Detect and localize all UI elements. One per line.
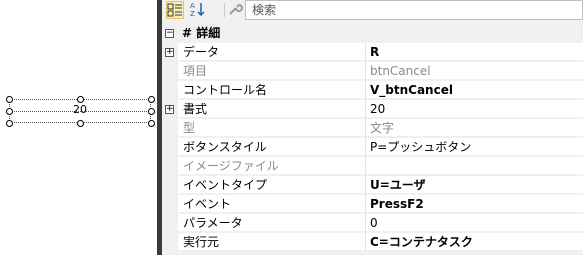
categorized-view-button[interactable] xyxy=(166,1,184,19)
property-row[interactable]: コントロール名 V_btnCancel xyxy=(162,81,583,100)
category-header[interactable]: − # 詳細 xyxy=(162,24,583,43)
row-gutter xyxy=(162,138,178,157)
property-name: 書式 xyxy=(178,100,366,118)
resize-handle-top-left[interactable] xyxy=(6,96,13,103)
property-name: コントロール名 xyxy=(178,81,366,99)
property-value[interactable]: 0 xyxy=(366,214,583,232)
property-name: イベントタイプ xyxy=(178,176,366,194)
categorized-icon xyxy=(167,3,182,17)
svg-text:Z: Z xyxy=(190,10,195,17)
resize-handle-right[interactable] xyxy=(148,108,155,115)
row-gutter: + xyxy=(162,43,178,62)
property-value[interactable]: U=ユーザ xyxy=(366,176,583,194)
row-gutter xyxy=(162,119,178,138)
property-value[interactable]: PressF2 xyxy=(366,195,583,213)
property-grid: − # 詳細 + データ R 項目 btnCancel コントロール名 V_btnCance… xyxy=(162,24,583,252)
property-row[interactable]: 型文字 xyxy=(162,119,583,138)
property-name: イメージファイル xyxy=(178,157,366,175)
toolbar-separator xyxy=(224,3,225,17)
resize-handle-bottom-left[interactable] xyxy=(6,120,13,127)
property-row[interactable]: + データ R xyxy=(162,43,583,62)
property-name: データ xyxy=(178,43,366,61)
property-name: 項目 xyxy=(178,62,366,80)
row-gutter xyxy=(162,157,178,176)
property-row[interactable]: イベントタイプ U=ユーザ xyxy=(162,176,583,195)
property-row[interactable]: ボタンスタイル P=プッシュボタン xyxy=(162,138,583,157)
property-value xyxy=(366,157,583,175)
property-name: イベント xyxy=(178,195,366,213)
row-gutter xyxy=(162,195,178,214)
control-value: 20 xyxy=(73,103,87,116)
category-label: # 詳細 xyxy=(182,26,221,40)
resize-handle-bottom[interactable] xyxy=(77,120,84,127)
property-row[interactable]: + 書式 20 xyxy=(162,100,583,119)
search-input[interactable]: 検索 xyxy=(245,0,583,20)
resize-handle-left[interactable] xyxy=(6,108,13,115)
property-name: 実行元 xyxy=(178,233,366,251)
row-gutter xyxy=(162,233,178,252)
property-value[interactable]: V_btnCancel xyxy=(366,81,583,99)
property-rows: + データ R 項目 btnCancel コントロール名 V_btnCancel + 書式 20 型… xyxy=(162,43,583,252)
row-gutter: + xyxy=(162,100,178,119)
design-surface[interactable]: 20 xyxy=(0,0,157,255)
row-gutter xyxy=(162,81,178,100)
property-name: 型 xyxy=(178,119,366,137)
property-row[interactable]: イベント PressF2 xyxy=(162,195,583,214)
wrench-icon xyxy=(229,3,243,15)
svg-text:A: A xyxy=(190,2,195,10)
resize-handle-top[interactable] xyxy=(77,96,84,103)
resize-handle-top-right[interactable] xyxy=(148,96,155,103)
collapse-icon[interactable]: − xyxy=(165,29,174,38)
property-value[interactable]: C=コンテナタスク xyxy=(366,233,583,251)
property-value: 文字 xyxy=(366,119,583,137)
property-name: パラメータ xyxy=(178,214,366,232)
property-name: ボタンスタイル xyxy=(178,138,366,156)
expand-icon[interactable]: + xyxy=(165,105,174,114)
property-value[interactable]: P=プッシュボタン xyxy=(366,138,583,156)
alphabetical-view-button[interactable]: A Z xyxy=(188,1,206,19)
expand-icon[interactable]: + xyxy=(165,48,174,57)
property-pages-button[interactable] xyxy=(226,1,244,19)
property-value: btnCancel xyxy=(366,62,583,80)
resize-handle-bottom-right[interactable] xyxy=(148,120,155,127)
property-pane: A Z 検索 − # 詳細 + データ R 項目 btnCancel コントロール名 V_b… xyxy=(162,0,583,255)
property-row[interactable]: イメージファイル xyxy=(162,157,583,176)
row-gutter xyxy=(162,176,178,195)
property-row[interactable]: 項目 btnCancel xyxy=(162,62,583,81)
property-value[interactable]: 20 xyxy=(366,100,583,118)
row-gutter xyxy=(162,214,178,233)
property-row[interactable]: パラメータ 0 xyxy=(162,214,583,233)
property-value[interactable]: R xyxy=(366,43,583,61)
row-gutter xyxy=(162,62,178,81)
property-row[interactable]: 実行元 C=コンテナタスク xyxy=(162,233,583,252)
sort-alphabetical-icon: A Z xyxy=(190,2,205,18)
property-toolbar: A Z 検索 xyxy=(162,0,583,20)
